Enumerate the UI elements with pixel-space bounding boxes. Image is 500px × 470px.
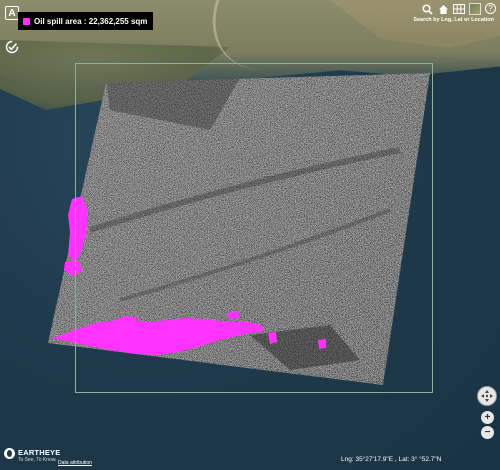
zoom-in-button[interactable]: + [481,411,494,424]
brand-name: EARTHEYE [18,448,61,457]
data-attribution-link[interactable]: Data attribution [58,460,92,466]
legend-swatch [23,17,30,25]
grid-button[interactable] [453,3,465,15]
legend-label: Oil spill area : 22,362,255 sqm [34,16,148,26]
brand-block: EARTHEYE To See, To Know. [4,448,60,463]
zoom-out-button[interactable]: − [481,426,494,439]
search-button[interactable] [421,3,433,15]
selection-frame [75,63,433,393]
layer-thumbnail-icon[interactable] [469,3,481,15]
compass-icon [481,390,493,402]
search-icon [421,3,433,15]
check-tool-button[interactable] [5,40,19,54]
pan-compass[interactable] [477,386,497,406]
home-icon [438,4,448,14]
check-icon [5,40,19,54]
home-button[interactable] [437,3,449,15]
help-icon[interactable]: ? [485,3,496,14]
map-toolbar: ? [421,3,496,15]
eartheye-logo-icon [4,448,15,459]
search-caption: Search by Lng, Lat or Location [413,17,494,23]
area-tool-button[interactable]: A [5,6,19,20]
brand-tagline: To See, To Know. [18,457,57,463]
map-viewport[interactable]: A Oil spill area : 22,362,255 sqm ? Sear… [0,0,500,470]
grid-icon [453,4,465,14]
oil-spill-legend: Oil spill area : 22,362,255 sqm [18,12,154,30]
cursor-coordinates: Lng: 35°27'17.9"E , Lat: 3° °52.7"N [341,456,442,463]
